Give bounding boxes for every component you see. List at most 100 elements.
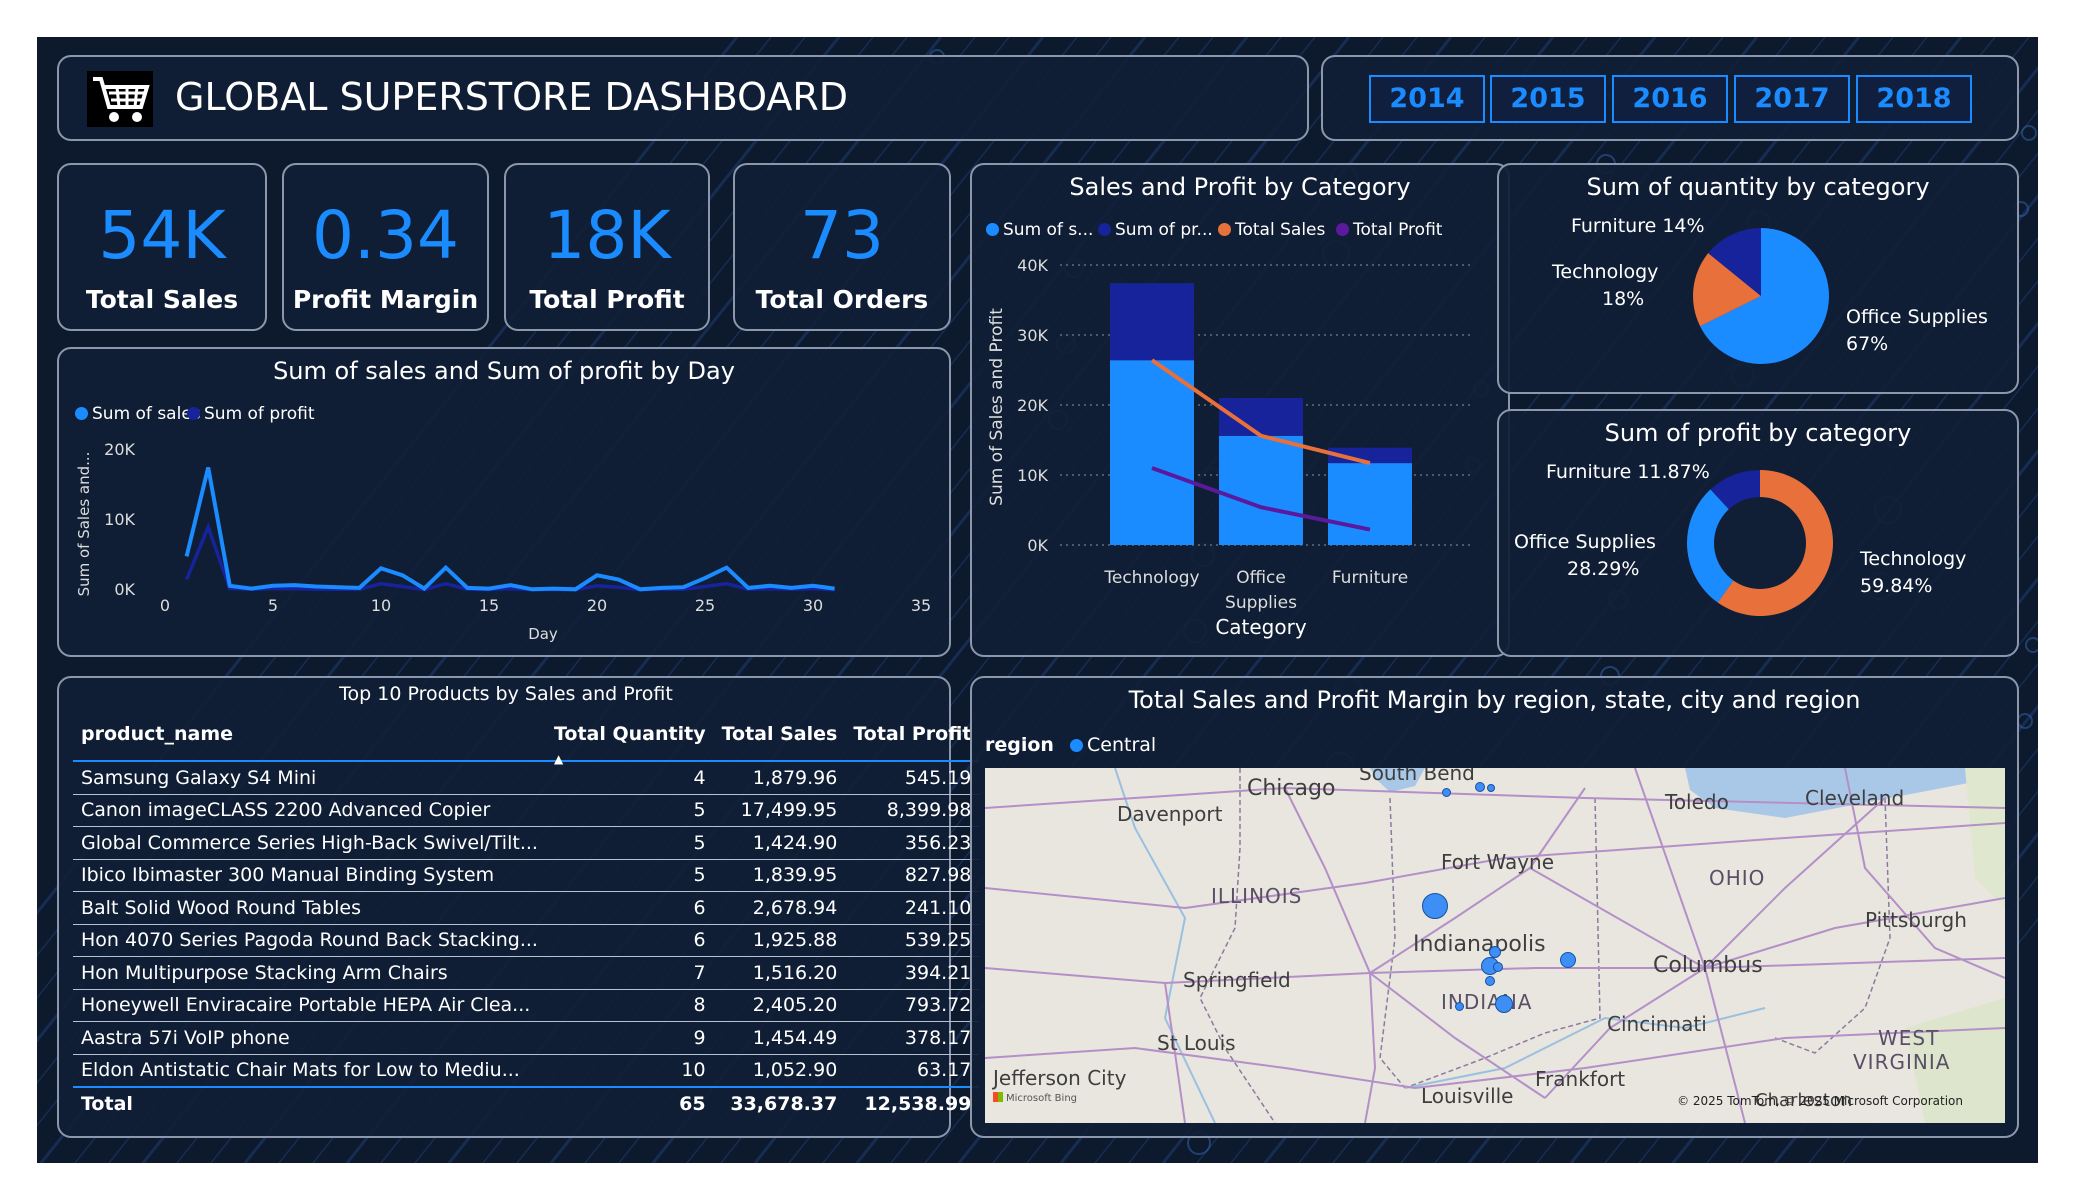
page-title: GLOBAL SUPERSTORE DASHBOARD — [175, 75, 849, 119]
x-tick: 10 — [371, 596, 391, 615]
line-sum-of-sales — [184, 467, 835, 592]
x-axis-label: Day — [528, 625, 558, 643]
kpi-card-total-orders: 73 Total Orders — [733, 163, 951, 331]
map-bubble[interactable] — [1442, 788, 1451, 797]
cell-total-profit: 793.72 — [845, 989, 980, 1022]
y-tick: 10K — [104, 510, 135, 529]
cell-total-sales: 1,879.96 — [713, 761, 846, 795]
column-header-total-quantity[interactable]: Total Quantity ▲ — [545, 708, 714, 766]
y-axis-label: Sum of Sales and Profit — [987, 308, 1007, 506]
cell-total-quantity: 4 — [545, 761, 714, 795]
cell-product-name: Samsung Galaxy S4 Mini — [73, 761, 546, 795]
category-bar-chart: 40K 30K 20K 10K 0K Sum of Sales and Prof… — [987, 256, 1470, 639]
y-tick: 0K — [1027, 536, 1048, 555]
cell-total-quantity: 9 — [545, 1021, 714, 1055]
pie-label-technology: Technology — [1552, 261, 1659, 283]
cell-total-sales: 1,454.49 — [713, 1021, 846, 1055]
year-button-2015[interactable]: 2015 — [1490, 75, 1606, 123]
year-button-2014[interactable]: 2014 — [1369, 75, 1485, 123]
map-bubble[interactable] — [1455, 1002, 1464, 1011]
table-row[interactable]: Ibico Ibimaster 300 Manual Binding Syste… — [73, 859, 980, 892]
year-button-2018[interactable]: 2018 — [1856, 75, 1972, 123]
kpi-label: Total Profit — [529, 285, 685, 314]
x-tick: Furniture — [1332, 568, 1408, 588]
table-row[interactable]: Balt Solid Wood Round Tables 6 2,678.94 241… — [73, 891, 980, 925]
top-products-table: product_name Total Quantity ▲ Total Sales… — [73, 708, 980, 1120]
cell-product-name: Aastra 57i VoIP phone — [73, 1021, 546, 1055]
cell-total-sales: 1,839.95 — [713, 859, 846, 892]
table-row[interactable]: Hon 4070 Series Pagoda Round Back Stacki… — [73, 924, 980, 957]
column-header-total-profit[interactable]: Total Profit — [845, 708, 980, 762]
cell-total-profit: 356.23 — [845, 826, 980, 860]
map-legend-central[interactable]: Central — [1087, 734, 1156, 756]
kpi-card-profit-margin: 0.34 Profit Margin — [282, 163, 489, 331]
total-cell: 33,678.37 — [713, 1086, 846, 1120]
cell-total-quantity: 5 — [545, 794, 714, 827]
top-products-title: Top 10 Products by Sales and Profit — [339, 683, 673, 705]
cell-total-sales: 17,499.95 — [713, 794, 846, 827]
kpi-value: 18K — [543, 197, 671, 274]
y-tick: 30K — [1017, 326, 1048, 345]
map-legend: region Central — [985, 734, 1156, 756]
map-city-label: Chicago — [1247, 776, 1336, 801]
map-state-label: ILLINOIS — [1211, 884, 1303, 908]
map-bubble[interactable] — [1560, 952, 1576, 968]
year-button-2016[interactable]: 2016 — [1612, 75, 1728, 123]
cell-total-sales: 1,424.90 — [713, 826, 846, 860]
cell-total-sales: 1,052.90 — [713, 1054, 846, 1088]
cell-total-quantity: 10 — [545, 1054, 714, 1088]
cell-total-quantity: 6 — [545, 924, 714, 957]
cell-product-name: Hon 4070 Series Pagoda Round Back Stacki… — [73, 924, 546, 957]
map-bubble[interactable] — [1487, 784, 1495, 792]
kpi-card-total-profit: 18K Total Profit — [504, 163, 710, 331]
cell-total-quantity: 5 — [545, 826, 714, 860]
x-tick: Office — [1236, 568, 1286, 588]
map-bubble[interactable] — [1493, 962, 1503, 972]
map-bubble[interactable] — [1475, 782, 1485, 792]
table-row[interactable]: Eldon Antistatic Chair Mats for Low to M… — [73, 1054, 980, 1088]
pie-label-technology-pct: 18% — [1602, 288, 1645, 310]
table-row[interactable]: Samsung Galaxy S4 Mini 4 1,879.96 545.19 — [73, 761, 980, 795]
kpi-value: 73 — [800, 197, 884, 274]
cell-product-name: Balt Solid Wood Round Tables — [73, 891, 546, 925]
cell-total-quantity: 8 — [545, 989, 714, 1022]
table-row[interactable]: Honeywell Enviracaire Portable HEPA Air … — [73, 989, 980, 1022]
x-axis-label: Category — [1215, 615, 1307, 639]
donut-hole — [1714, 497, 1806, 589]
map-bubble[interactable] — [1422, 893, 1448, 919]
bg-circle — [2025, 637, 2038, 653]
map-bubble[interactable] — [1495, 995, 1513, 1013]
bar-sales-2 — [1328, 463, 1412, 545]
cell-total-sales: 2,678.94 — [713, 891, 846, 925]
kpi-label: Profit Margin — [292, 285, 479, 314]
map-view[interactable]: South Bend Chicago Toledo Cleveland Dave… — [985, 768, 2005, 1123]
map-copyright: © 2025 TomTom, © 2025 Microsoft Corporat… — [1677, 1094, 1963, 1108]
cell-total-sales: 1,925.88 — [713, 924, 846, 957]
table-row[interactable]: Canon imageCLASS 2200 Advanced Copier 5 17… — [73, 794, 980, 827]
cell-total-quantity: 5 — [545, 859, 714, 892]
year-button-2017[interactable]: 2017 — [1734, 75, 1850, 123]
cell-product-name: Honeywell Enviracaire Portable HEPA Air … — [73, 989, 546, 1022]
table-row[interactable]: Aastra 57i VoIP phone 9 1,454.49 378.17 — [73, 1021, 980, 1055]
cell-total-profit: 827.98 — [845, 859, 980, 892]
x-tick: 5 — [268, 596, 278, 615]
donut-label-technology-pct: 59.84% — [1860, 575, 1933, 597]
x-tick: 25 — [695, 596, 715, 615]
table-row[interactable]: Hon Multipurpose Stacking Arm Chairs 7 1,5… — [73, 956, 980, 990]
bar-sales-0 — [1110, 360, 1194, 545]
column-header-product-name[interactable]: product_name — [73, 708, 546, 762]
pie-label-office-pct: 67% — [1846, 333, 1889, 355]
total-cell: 12,538.99 — [845, 1086, 980, 1120]
table-row[interactable]: Global Commerce Series High-Back Swivel/… — [73, 826, 980, 860]
map-legend-title: region — [985, 734, 1054, 756]
map-state-label: INDIANA — [1441, 990, 1533, 1014]
map-bubble[interactable] — [1489, 946, 1501, 958]
map-bubble[interactable] — [1485, 976, 1495, 986]
column-header-total-sales[interactable]: Total Sales — [713, 708, 846, 762]
donut-label-furniture: Furniture 11.87% — [1546, 461, 1710, 483]
map-city-label: Indianapolis — [1413, 932, 1546, 957]
header-panel: GLOBAL SUPERSTORE DASHBOARD — [57, 55, 1309, 141]
kpi-card-total-sales: 54K Total Sales — [57, 163, 267, 331]
cell-product-name: Ibico Ibimaster 300 Manual Binding Syste… — [73, 859, 546, 892]
profit-donut-panel: Sum of profit by category Furniture 11.8… — [1497, 409, 2019, 657]
